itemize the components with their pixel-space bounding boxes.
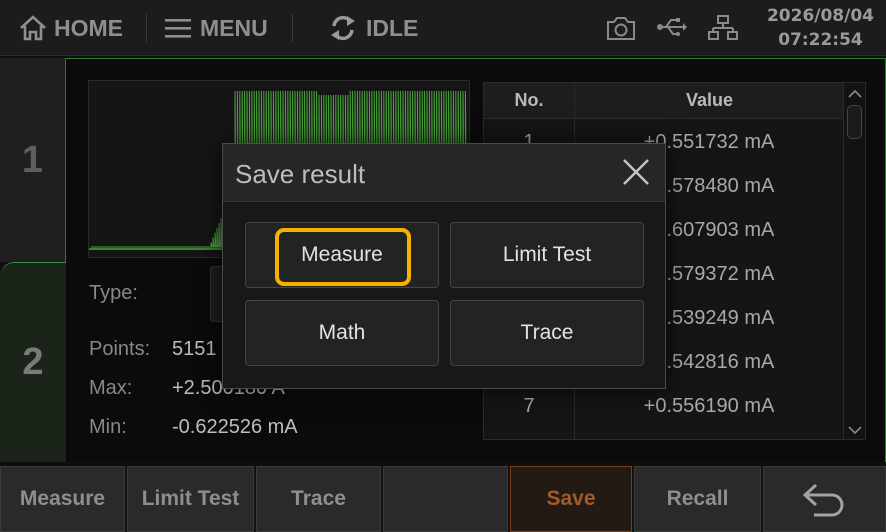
save-softkey[interactable]: Save	[510, 466, 632, 532]
max-label: Max:	[89, 377, 133, 399]
trace-softkey[interactable]: Trace	[256, 466, 381, 532]
datetime: 2026/08/04 07:22:54	[767, 4, 874, 52]
channel-1-tab[interactable]: 1	[0, 58, 66, 262]
points-label: Points:	[89, 338, 151, 360]
save-limit-test-label: Limit Test	[502, 243, 592, 266]
save-softkey-label: Save	[546, 487, 596, 510]
table-header-value: Value	[574, 83, 845, 119]
dialog-header: Save result	[223, 144, 665, 202]
limit-test-softkey-label: Limit Test	[141, 487, 240, 510]
recall-softkey-label: Recall	[666, 487, 729, 510]
camera-icon[interactable]	[606, 15, 636, 41]
close-icon[interactable]	[621, 157, 651, 187]
channel-2-tab[interactable]: 2	[0, 262, 66, 462]
recall-softkey[interactable]: Recall	[634, 466, 761, 532]
menu-button[interactable]: MENU	[164, 0, 268, 56]
back-arrow-icon	[802, 483, 843, 517]
channel-1-label: 1	[21, 138, 44, 181]
chevron-down-icon[interactable]	[844, 421, 866, 439]
date-text: 2026/08/04	[766, 6, 874, 26]
focus-indicator	[275, 228, 411, 286]
row-no: 7	[523, 395, 535, 417]
table-scrollbar[interactable]	[843, 83, 866, 439]
status-indicator: IDLE	[328, 0, 418, 56]
network-icon	[708, 15, 738, 40]
menu-icon	[165, 19, 191, 38]
channel-2-label: 2	[22, 341, 44, 383]
empty-softkey[interactable]	[383, 466, 508, 532]
refresh-icon	[331, 15, 355, 41]
scrollbar-thumb[interactable]	[847, 105, 862, 139]
type-label: Type:	[89, 282, 138, 304]
back-softkey[interactable]	[763, 466, 886, 532]
row-value: +0.556190 mA	[643, 395, 775, 417]
home-button[interactable]: HOME	[18, 0, 123, 56]
measure-softkey-label: Measure	[19, 487, 106, 510]
usb-icon	[657, 18, 687, 36]
save-trace-button[interactable]: Trace	[450, 300, 644, 366]
menu-label: MENU	[200, 14, 268, 41]
save-math-label: Math	[318, 321, 366, 344]
dialog-title: Save result	[235, 159, 366, 189]
min-value: -0.622526 mA	[172, 416, 298, 438]
time-text: 07:22:54	[778, 30, 863, 50]
chevron-up-icon[interactable]	[844, 85, 866, 103]
trace-softkey-label: Trace	[291, 487, 346, 510]
points-value: 5151	[172, 338, 217, 360]
top-bar: HOME MENU IDLE 2026/08/04 07:22:54	[0, 0, 886, 56]
min-label: Min:	[89, 416, 127, 438]
table-header-no: No.	[484, 83, 574, 119]
topbar-divider	[292, 14, 293, 42]
save-math-button[interactable]: Math	[245, 300, 439, 366]
limit-test-softkey[interactable]: Limit Test	[127, 466, 254, 532]
home-icon	[20, 15, 46, 41]
topbar-divider	[146, 14, 147, 42]
save-limit-test-button[interactable]: Limit Test	[450, 222, 644, 288]
status-label: IDLE	[366, 14, 419, 41]
save-trace-label: Trace	[520, 321, 574, 344]
home-label: HOME	[54, 14, 123, 41]
measure-softkey[interactable]: Measure	[0, 466, 125, 532]
table-row[interactable]: 7 +0.556190 mA	[484, 383, 844, 427]
